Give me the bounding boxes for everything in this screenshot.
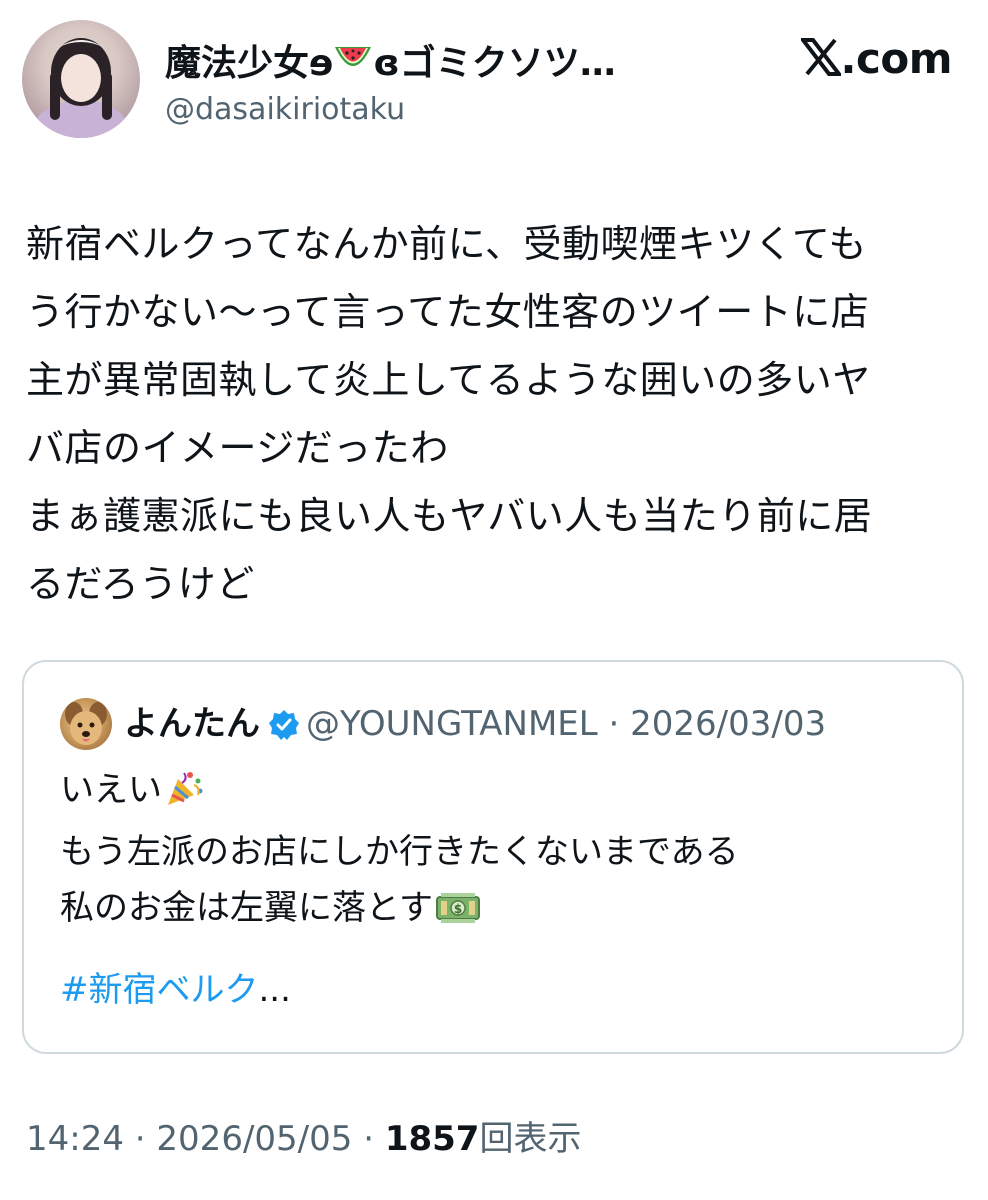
quoted-line: いえい <box>60 762 940 824</box>
truncation-ellipsis: ... <box>258 970 291 1010</box>
quoted-line-text: 私のお金は左翼に落とす <box>60 888 433 928</box>
tweet-screenshot: 魔法少女ɘ ɞゴミクソツ… @dasaikiriotaku .com 新宿ベルクっ… <box>0 0 988 1200</box>
dog-avatar-icon <box>65 702 107 745</box>
quoted-line: もう左派のお店にしか行きたくないまである <box>60 832 739 872</box>
tweet-footer: 14:24 · 2026/05/05 · 1857回表示 <box>26 1116 581 1162</box>
tweet-line: バ店のイメージだったわ <box>26 426 449 470</box>
quoted-separator: · <box>597 704 631 744</box>
post-date[interactable]: 2026/05/05 <box>156 1119 352 1159</box>
view-count: 1857 <box>384 1119 480 1159</box>
quoted-author-name[interactable]: よんたん <box>124 704 260 744</box>
tweet-text: 新宿ベルクってなんか前に、受動喫煙キツくても う行かない〜って言ってた女性客のツ… <box>26 210 966 618</box>
quoted-line: 私のお金は左翼に落とす $ <box>60 880 940 942</box>
footer-separator: · <box>352 1119 385 1159</box>
quoted-line-text: いえい <box>60 770 162 810</box>
quoted-tweet-header: よんたん @YOUNGTANMEL · 2026/03/03 <box>124 702 826 752</box>
watermelon-icon <box>333 43 373 88</box>
money-bag-icon: $ <box>435 886 481 942</box>
x-logo-icon <box>798 34 843 91</box>
author-display-name[interactable]: 魔法少女ɘ ɞゴミクソツ… <box>165 42 616 88</box>
site-badge-text: .com <box>840 34 953 83</box>
author-handle[interactable]: @dasaikiriotaku <box>165 90 405 130</box>
tweet-line: まぁ護憲派にも良い人もヤバい人も当たり前に居 <box>26 494 873 538</box>
quoted-author-handle[interactable]: @YOUNGTANMEL <box>306 704 598 744</box>
avatar-portrait-icon <box>29 38 133 138</box>
author-avatar[interactable] <box>22 20 140 138</box>
site-badge: .com <box>798 34 953 91</box>
quoted-tweet-text: いえい もう左派のお店にしか行きたくないまである 私のお金は左翼に落とす $ <box>60 762 940 942</box>
quoted-date[interactable]: 2026/03/03 <box>630 704 826 744</box>
view-count-label: 回表示 <box>479 1119 582 1159</box>
verified-badge-icon <box>268 708 300 752</box>
party-popper-icon <box>164 768 204 824</box>
quoted-tweet-card[interactable]: よんたん @YOUNGTANMEL · 2026/03/03 いえい もう左派のお… <box>22 660 964 1054</box>
tweet-line: 主が異常固執して炎上してるような囲いの多いヤ <box>26 358 871 402</box>
quoted-author-avatar[interactable] <box>60 698 112 750</box>
tweet-header: 魔法少女ɘ ɞゴミクソツ… @dasaikiriotaku .com <box>22 20 966 140</box>
tweet-line: 新宿ベルクってなんか前に、受動喫煙キツくても <box>26 222 867 266</box>
display-name-prefix: 魔法少女ɘ <box>165 43 334 84</box>
hashtag-link[interactable]: #新宿ベルク <box>60 970 259 1010</box>
tweet-line: るだろうけど <box>26 562 255 606</box>
tweet-line: う行かない〜って言ってた女性客のツイートに店 <box>26 290 870 334</box>
svg-text:$: $ <box>454 902 462 916</box>
footer-separator: · <box>123 1119 157 1159</box>
quoted-hashtag-row: #新宿ベルク... <box>60 962 291 1018</box>
display-name-suffix: ɞゴミクソツ… <box>373 43 616 84</box>
post-time[interactable]: 14:24 <box>26 1119 124 1159</box>
